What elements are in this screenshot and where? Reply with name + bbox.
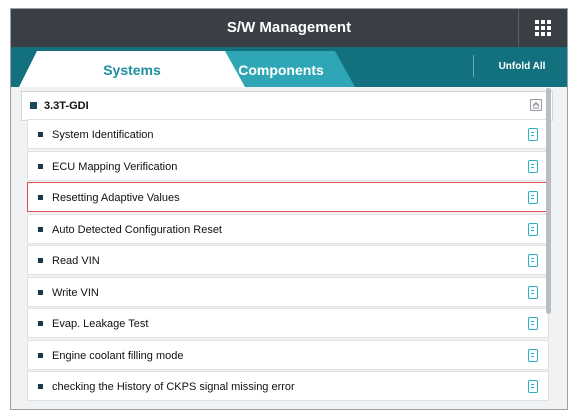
document-icon[interactable] xyxy=(528,191,538,204)
group-bullet-icon xyxy=(30,102,37,109)
list-item-label: Auto Detected Configuration Reset xyxy=(52,223,222,236)
bullet-icon xyxy=(38,132,43,137)
list-item[interactable]: Engine coolant filling mode xyxy=(27,339,549,370)
systems-panel: 3.3T-GDI System Identification ECU Mappin… xyxy=(11,87,567,409)
document-icon[interactable] xyxy=(528,380,538,393)
document-icon[interactable] xyxy=(528,222,538,236)
list-item-label: Engine coolant filling mode xyxy=(52,349,184,362)
function-list: System Identification ECU Mapping Verific… xyxy=(27,119,549,409)
bullet-icon xyxy=(38,258,43,263)
bullet-icon xyxy=(38,163,43,169)
group-header[interactable]: 3.3T-GDI xyxy=(21,91,553,121)
tab-divider xyxy=(473,55,474,77)
list-item[interactable]: System Identification xyxy=(27,119,549,149)
collapse-arrow-icon[interactable] xyxy=(530,99,542,111)
list-item[interactable]: Auto Detected Configuration Reset xyxy=(27,213,549,244)
window-title: S/W Management xyxy=(226,19,352,36)
list-item-label: Read VIN xyxy=(52,255,100,267)
list-item[interactable]: Resetting Adaptive Values xyxy=(27,182,549,212)
list-item[interactable]: ECU Mapping Verification xyxy=(27,150,549,181)
document-icon[interactable] xyxy=(528,285,538,299)
grid-menu-button[interactable] xyxy=(518,9,567,47)
bullet-icon xyxy=(38,226,43,232)
sw-management-window: S/W Management Components Systems Unfold… xyxy=(10,8,568,410)
list-item-label: Evap. Leakage Test xyxy=(52,318,149,330)
bullet-icon xyxy=(38,384,43,389)
title-bar: S/W Management xyxy=(11,9,567,47)
document-icon[interactable] xyxy=(528,159,538,173)
unfold-all-button[interactable]: Unfold All xyxy=(477,47,567,87)
tab-systems[interactable]: Systems xyxy=(19,51,245,87)
list-item-label: checking the History of CKPS signal miss… xyxy=(52,381,295,393)
bullet-icon xyxy=(38,321,43,326)
tab-bar: Components Systems Unfold All xyxy=(11,47,567,87)
list-item[interactable]: Write VIN xyxy=(27,276,549,307)
grid-menu-icon xyxy=(535,20,551,36)
scrollbar[interactable] xyxy=(546,88,551,314)
bullet-icon xyxy=(38,352,43,358)
document-icon[interactable] xyxy=(528,317,538,330)
list-item-label: ECU Mapping Verification xyxy=(52,160,178,173)
list-item[interactable]: Evap. Leakage Test xyxy=(27,308,549,338)
list-item[interactable]: Read VIN xyxy=(27,245,549,275)
bullet-icon xyxy=(38,289,43,295)
list-item-label: Resetting Adaptive Values xyxy=(52,192,180,204)
group-title: 3.3T-GDI xyxy=(44,100,89,112)
list-item[interactable]: checking the History of CKPS signal miss… xyxy=(27,371,549,401)
list-item-label: System Identification xyxy=(52,129,154,141)
bullet-icon xyxy=(38,195,43,200)
document-icon[interactable] xyxy=(528,348,538,362)
document-icon[interactable] xyxy=(528,254,538,267)
list-item-label: Write VIN xyxy=(52,286,99,299)
document-icon[interactable] xyxy=(528,128,538,141)
